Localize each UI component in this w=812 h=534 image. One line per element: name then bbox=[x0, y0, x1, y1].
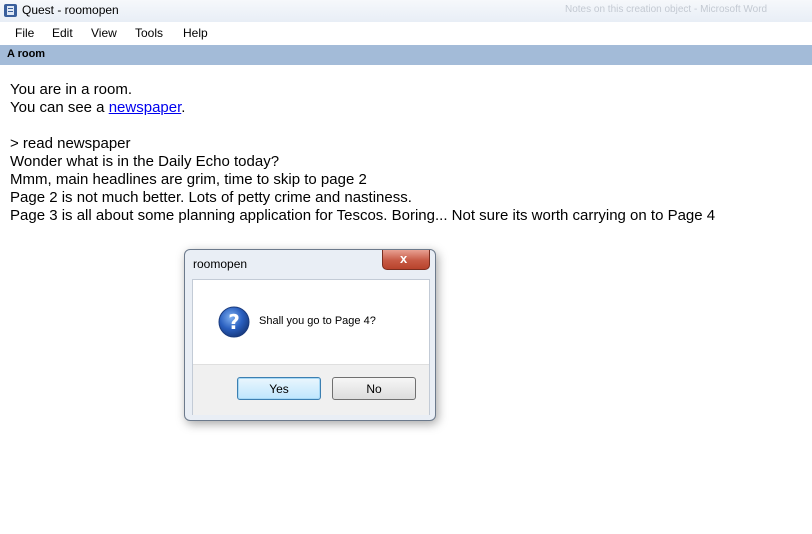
quest-app-icon bbox=[4, 4, 17, 17]
no-button[interactable]: No bbox=[332, 377, 416, 400]
output-line: Wonder what is in the Daily Echo today? bbox=[10, 153, 280, 170]
menu-file[interactable]: File bbox=[15, 26, 34, 40]
output-blank-line bbox=[10, 117, 800, 135]
svg-text:?: ? bbox=[228, 310, 240, 334]
dialog-close-button[interactable]: x bbox=[382, 250, 430, 270]
close-icon: x bbox=[400, 251, 408, 266]
output-line-with-link: You can see a newspaper. bbox=[10, 99, 800, 117]
location-label: A room bbox=[7, 48, 46, 60]
window-title: Quest - roomopen bbox=[22, 3, 119, 17]
output-line: Mmm, main headlines are grim, time to sk… bbox=[10, 171, 367, 188]
menu-help[interactable]: Help bbox=[183, 26, 208, 40]
command-echo: > read newspaper bbox=[10, 135, 131, 152]
output-text: You can see a bbox=[10, 99, 109, 116]
yes-button[interactable]: Yes bbox=[237, 377, 321, 400]
menu-tools[interactable]: Tools bbox=[135, 26, 163, 40]
output-text: . bbox=[181, 99, 186, 116]
dialog-message: Shall you go to Page 4? bbox=[259, 315, 376, 327]
background-window-ghost-text: Notes on this creation object - Microsof… bbox=[565, 4, 768, 15]
menu-bar: File Edit View Tools Help bbox=[0, 22, 812, 46]
dialog-button-bar: Yes No bbox=[193, 364, 429, 415]
dialog-body: ? Shall you go to Page 4? Yes No bbox=[192, 279, 430, 415]
dialog-title: roomopen bbox=[193, 257, 248, 271]
output-line: Page 3 is all about some planning applic… bbox=[10, 207, 716, 224]
menu-view[interactable]: View bbox=[91, 26, 117, 40]
output-line: Page 2 is not much better. Lots of petty… bbox=[10, 189, 412, 206]
window-titlebar: Quest - roomopen Notes on this creation … bbox=[0, 0, 812, 23]
menu-edit[interactable]: Edit bbox=[52, 26, 73, 40]
location-bar: A room bbox=[0, 45, 812, 65]
newspaper-link[interactable]: newspaper bbox=[109, 99, 182, 116]
game-output: You are in a room. You can see a newspap… bbox=[10, 81, 800, 225]
question-icon: ? bbox=[218, 306, 250, 338]
output-line: You are in a room. bbox=[10, 81, 133, 98]
confirm-dialog: roomopen x ? Shall you go to Page 4? Yes… bbox=[184, 249, 436, 421]
